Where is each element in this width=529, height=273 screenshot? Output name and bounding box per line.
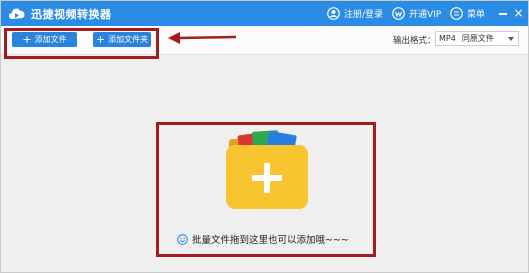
drop-hint-text: 批量文件拖到这里也可以添加哦~~~: [192, 235, 349, 246]
quality-value: 同原文件: [461, 34, 494, 43]
close-icon: ×: [513, 6, 524, 20]
app-logo-icon: [9, 8, 25, 19]
user-icon: [327, 7, 340, 20]
menu-label: 菜单: [467, 10, 486, 20]
format-value: MP4: [439, 34, 456, 43]
vip-button[interactable]: 开通VIP: [392, 4, 441, 23]
annotation-arrow-icon: [168, 32, 237, 44]
output-format-select[interactable]: MP4 同原文件: [435, 31, 519, 46]
add-folder-icon: [226, 130, 308, 209]
menu-icon: [450, 7, 463, 20]
vip-icon: [392, 7, 405, 20]
close-button[interactable]: ×: [513, 6, 524, 20]
smile-icon: [177, 233, 188, 245]
vip-label: 开通VIP: [409, 10, 442, 20]
output-format-label: 输出格式：: [393, 36, 436, 46]
login-button[interactable]: 注册/登录: [327, 4, 383, 23]
menu-button[interactable]: 菜单: [450, 4, 485, 23]
login-label: 注册/登录: [344, 10, 384, 20]
minimize-button[interactable]: [499, 13, 507, 15]
title-bar: 迅捷视频转换器 注册/登录 开通VIP 菜单 ×: [1, 1, 528, 26]
chevron-down-icon: [508, 37, 514, 41]
drop-hint: 批量文件拖到这里也可以添加哦~~~: [177, 232, 349, 246]
annotation-box-buttons: [4, 28, 159, 59]
app-title: 迅捷视频转换器: [31, 8, 112, 21]
